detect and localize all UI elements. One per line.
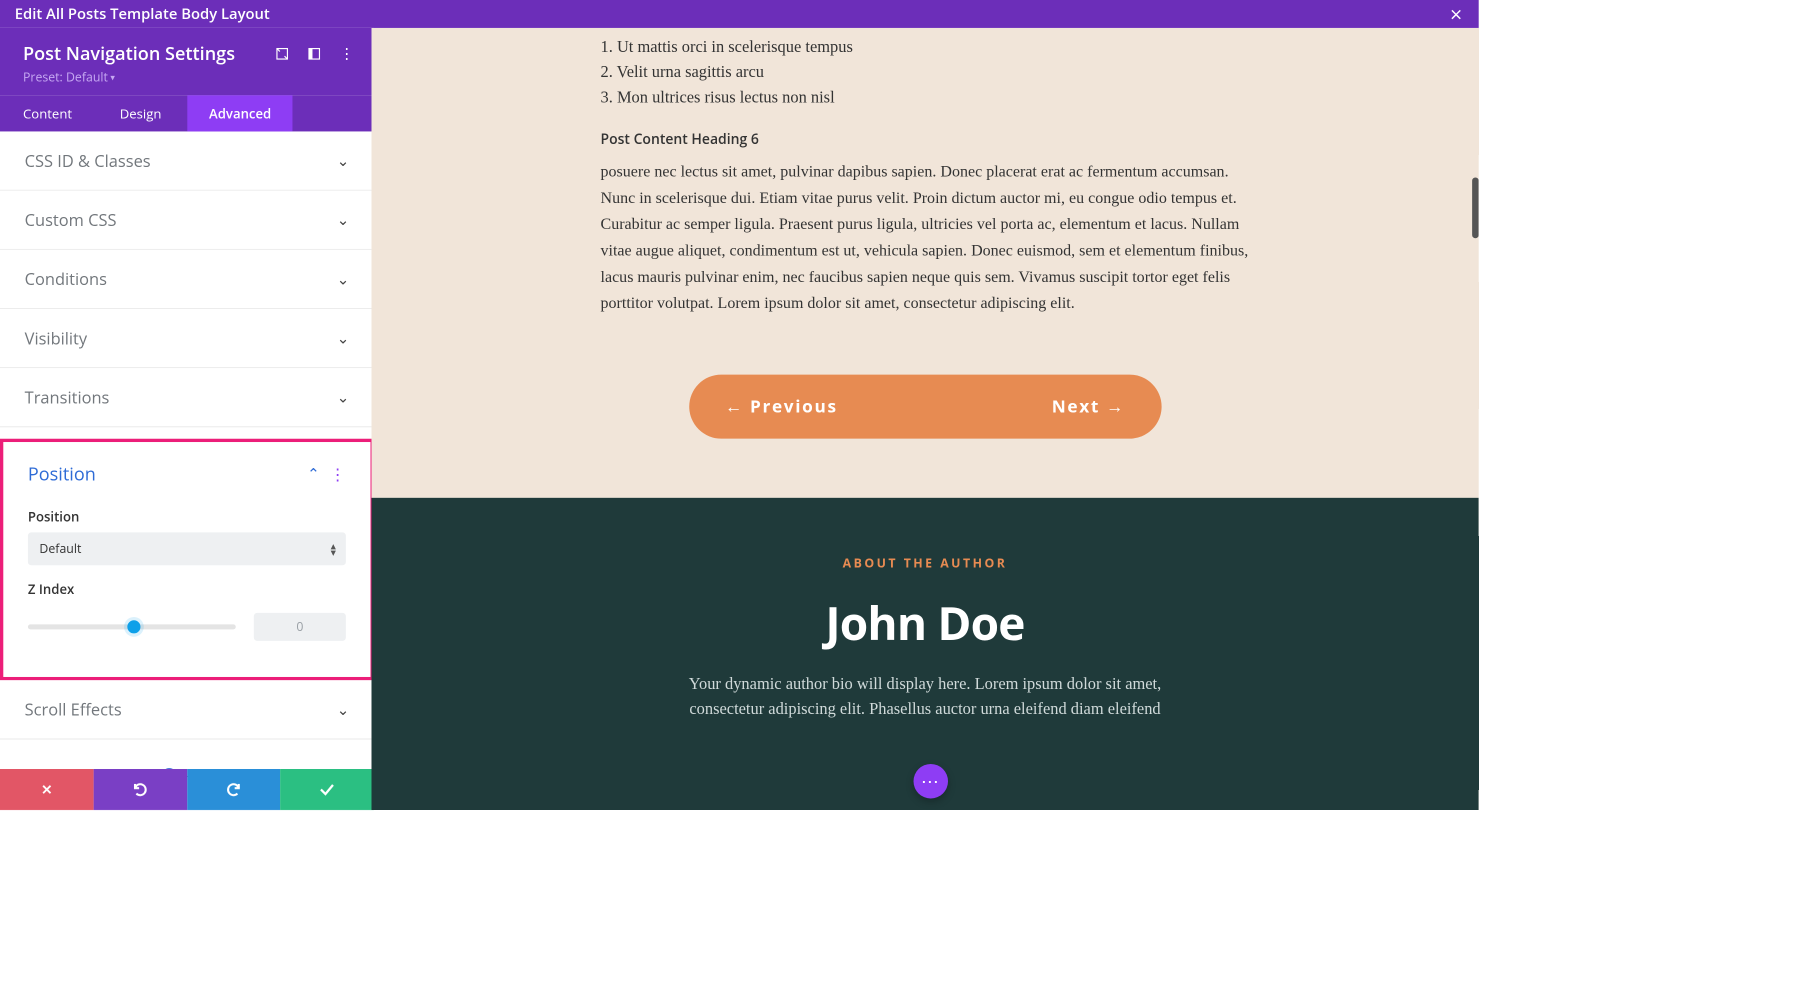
caret-down-icon: ▾ bbox=[110, 71, 115, 83]
content-heading-6: Post Content Heading 6 bbox=[601, 129, 1250, 148]
header-icons: ⋮ bbox=[275, 44, 354, 64]
chevron-down-icon: ⌄ bbox=[337, 387, 349, 407]
ordered-list: 1. Ut mattis orci in scelerisque tempus … bbox=[601, 35, 1250, 111]
tab-bar: Content Design Advanced bbox=[0, 95, 374, 131]
accordion-transitions[interactable]: Transitions ⌄ bbox=[0, 368, 374, 427]
chevron-down-icon: ⌄ bbox=[337, 700, 349, 720]
zindex-input[interactable]: 0 bbox=[254, 613, 346, 641]
accordion-label: CSS ID & Classes bbox=[25, 150, 151, 172]
accordion-label: Custom CSS bbox=[25, 209, 117, 231]
next-link[interactable]: Next → bbox=[1052, 395, 1125, 418]
close-icon[interactable]: × bbox=[1450, 3, 1462, 24]
preset-label: Preset: Default bbox=[23, 69, 108, 85]
title-bar: Edit All Posts Template Body Layout × bbox=[0, 0, 1479, 28]
redo-button[interactable] bbox=[187, 769, 280, 810]
zindex-slider[interactable] bbox=[28, 624, 236, 629]
title-bar-text: Edit All Posts Template Body Layout bbox=[15, 4, 270, 24]
zindex-field-label: Z Index bbox=[3, 565, 370, 604]
position-field-label: Position bbox=[3, 493, 370, 532]
author-eyebrow: ABOUT THE AUTHOR bbox=[404, 555, 1446, 571]
preset-selector[interactable]: Preset: Default▾ bbox=[23, 69, 354, 85]
settings-sidebar: Post Navigation Settings ⋮ Preset: Defau… bbox=[0, 28, 374, 810]
zindex-row: 0 bbox=[3, 605, 370, 641]
drag-modal-icon[interactable] bbox=[307, 46, 321, 60]
post-navigation-module: ← Previous Next → bbox=[689, 374, 1161, 438]
position-heading: Position bbox=[28, 462, 96, 487]
chevron-down-icon: ⌄ bbox=[337, 210, 349, 230]
accordion-label: Scroll Effects bbox=[25, 698, 122, 720]
chevron-down-icon: ⌄ bbox=[337, 328, 349, 348]
position-select-value: Default bbox=[39, 541, 81, 557]
slider-thumb[interactable] bbox=[128, 620, 141, 633]
accordion-custom-css[interactable]: Custom CSS ⌄ bbox=[0, 191, 374, 250]
select-arrows-icon: ▴▾ bbox=[331, 542, 336, 555]
kebab-icon[interactable]: ⋮ bbox=[329, 463, 345, 485]
position-select[interactable]: Default ▴▾ bbox=[28, 532, 346, 565]
list-item: 3. Mon ultrices risus lectus non nisl bbox=[601, 85, 1250, 110]
floating-actions-toggle[interactable]: ⋯ bbox=[914, 764, 949, 799]
discard-button[interactable] bbox=[0, 769, 93, 810]
accordion-position-open: Position ⌃ ⋮ Position Default ▴▾ Z Index… bbox=[0, 439, 374, 681]
position-header[interactable]: Position ⌃ ⋮ bbox=[3, 447, 370, 493]
chevron-up-icon[interactable]: ⌃ bbox=[307, 464, 319, 484]
save-button[interactable] bbox=[280, 769, 373, 810]
panel-title: Post Navigation Settings bbox=[23, 41, 275, 66]
author-bio: Your dynamic author bio will display her… bbox=[662, 672, 1188, 721]
accordion-label: Visibility bbox=[25, 327, 88, 349]
accordion-label: Conditions bbox=[25, 268, 107, 290]
prev-link[interactable]: ← Previous bbox=[725, 395, 838, 418]
tab-advanced[interactable]: Advanced bbox=[188, 95, 293, 131]
list-item: 2. Velit urna sagittis arcu bbox=[601, 60, 1250, 85]
author-name: John Doe bbox=[404, 591, 1446, 653]
content-paragraph: posuere nec lectus sit amet, pulvinar da… bbox=[601, 159, 1250, 317]
expand-icon[interactable] bbox=[275, 46, 289, 60]
accordion-label: Transitions bbox=[25, 386, 110, 408]
tab-content[interactable]: Content bbox=[0, 95, 93, 131]
accordion-visibility[interactable]: Visibility ⌄ bbox=[0, 309, 374, 368]
chevron-down-icon: ⌄ bbox=[337, 269, 349, 289]
accordion-css-id[interactable]: CSS ID & Classes ⌄ bbox=[0, 131, 374, 190]
preview-scrollbar-thumb[interactable] bbox=[1472, 177, 1479, 238]
tab-design[interactable]: Design bbox=[93, 95, 187, 131]
accordion-scroll-effects[interactable]: Scroll Effects ⌄ bbox=[0, 680, 374, 739]
list-item: 1. Ut mattis orci in scelerisque tempus bbox=[601, 35, 1250, 60]
undo-button[interactable] bbox=[93, 769, 186, 810]
post-content: 1. Ut mattis orci in scelerisque tempus … bbox=[601, 28, 1250, 317]
sections-scroll[interactable]: CSS ID & Classes ⌄ Custom CSS ⌄ Conditio… bbox=[0, 131, 374, 810]
kebab-icon[interactable]: ⋮ bbox=[339, 44, 354, 64]
author-section: ABOUT THE AUTHOR John Doe Your dynamic a… bbox=[371, 498, 1478, 810]
preview-pane: 1. Ut mattis orci in scelerisque tempus … bbox=[371, 28, 1478, 810]
accordion-conditions[interactable]: Conditions ⌄ bbox=[0, 250, 374, 309]
sidebar-footer bbox=[0, 769, 374, 810]
sidebar-header: Post Navigation Settings ⋮ Preset: Defau… bbox=[0, 28, 374, 95]
chevron-down-icon: ⌄ bbox=[337, 151, 349, 171]
